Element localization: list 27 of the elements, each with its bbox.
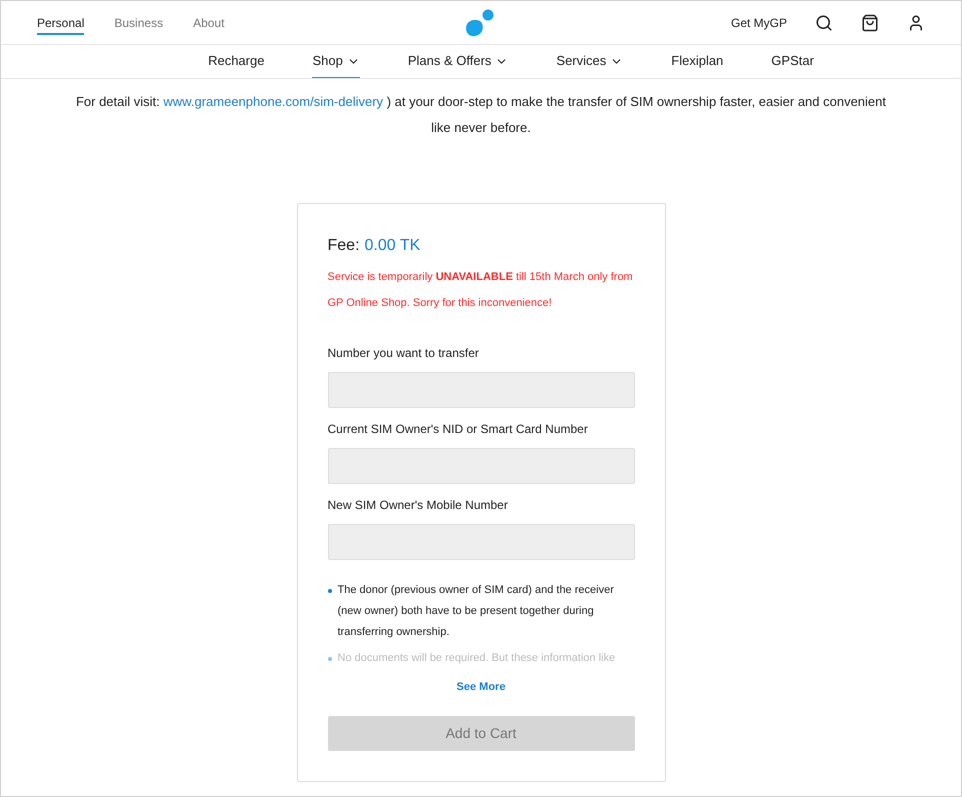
field-label: New SIM Owner's Mobile Number [328, 497, 509, 514]
note-text: The donor (previous owner of SIM card) and the receiver (new owner) both have to be present together during transferring ownership. [338, 583, 615, 640]
field-label: Current SIM Owner's NID or Smart Card Number [328, 421, 589, 438]
top-tab[interactable]: About [193, 10, 224, 34]
note-text: No documents will be required. But these information like [338, 651, 616, 666]
fee-label: Fee: [328, 236, 360, 256]
see-more-link[interactable]: See More [456, 679, 506, 696]
user-icon[interactable] [907, 14, 925, 32]
input-field[interactable] [328, 372, 634, 408]
input-field[interactable] [328, 524, 634, 560]
nav-item[interactable]: GPStar [771, 45, 814, 78]
top-tab[interactable]: Personal [37, 10, 84, 34]
intro-paragraph: For detail visit: www.grameenphone.com/sim-delivery ) at your door-step to make the transfer of SIM ownership faster, easier and convenient like never before. [74, 93, 888, 137]
nav-item[interactable]: Shop [312, 45, 360, 78]
input-field[interactable] [328, 448, 634, 484]
shopping-bag-icon[interactable] [861, 14, 879, 32]
top-tab[interactable]: Business [114, 10, 164, 34]
field-label: Number you want to transfer [328, 345, 480, 362]
unavailable-notice: Service is temporarily UNAVAILABLE till 15th March only from GP Online Shop. Sorry for this inconvenience! [328, 270, 634, 311]
fee-value: 0.00 TK [364, 236, 420, 256]
search-icon[interactable] [815, 14, 833, 32]
nav-item[interactable]: Plans & Offers [408, 45, 508, 78]
nav-item[interactable]: Flexiplan [671, 45, 724, 78]
sim-delivery-link[interactable]: www.grameenphone.com/sim-delivery [163, 94, 384, 109]
nav-item[interactable]: Recharge [208, 45, 264, 78]
get-mygp-link[interactable]: Get MyGP [730, 14, 787, 32]
nav-item[interactable]: Services [556, 45, 624, 78]
